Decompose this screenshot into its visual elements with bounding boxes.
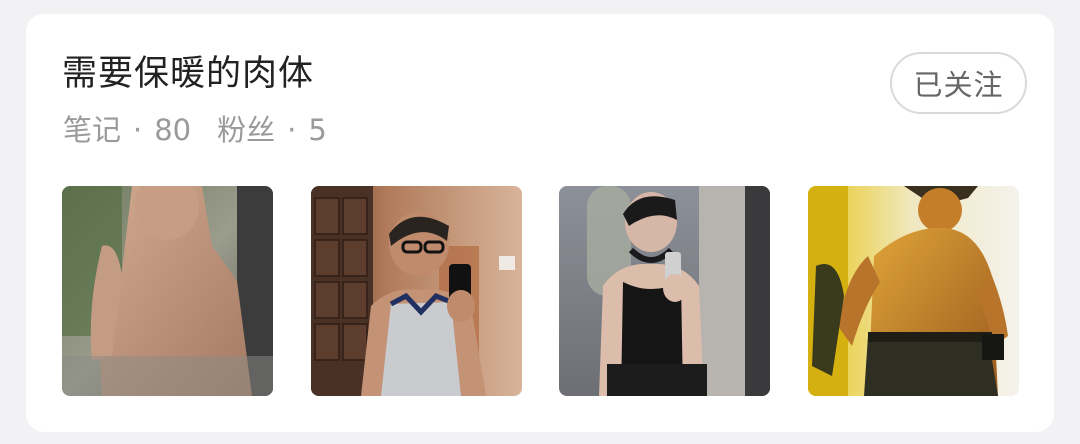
notes-count: 80: [154, 113, 192, 147]
thumbnail-2[interactable]: [311, 186, 522, 396]
collection-stats: 笔记 · 80 粉丝 · 5: [63, 110, 327, 150]
notes-separator: ·: [133, 113, 143, 147]
collection-title: 需要保暖的肉体: [62, 54, 315, 94]
gym-mirror-selfie-glasses-photo: [311, 186, 522, 396]
fans-label: 粉丝: [217, 113, 276, 147]
fans-count: 5: [308, 113, 327, 147]
thumbnail-3[interactable]: [559, 186, 770, 396]
fans-separator: ·: [287, 113, 297, 147]
thumbnail-4[interactable]: [808, 186, 1019, 396]
notes-label: 笔记: [63, 113, 122, 147]
thumbnail-1[interactable]: [62, 186, 273, 396]
black-tank-top-mirror-selfie-photo: [559, 186, 770, 396]
shirtless-man-yellow-light-photo: [808, 186, 1019, 396]
follow-button[interactable]: 已关注: [890, 52, 1027, 114]
shirtless-man-by-window-photo: [62, 186, 273, 396]
collection-card[interactable]: 需要保暖的肉体 笔记 · 80 粉丝 · 5 已关注: [26, 14, 1054, 432]
